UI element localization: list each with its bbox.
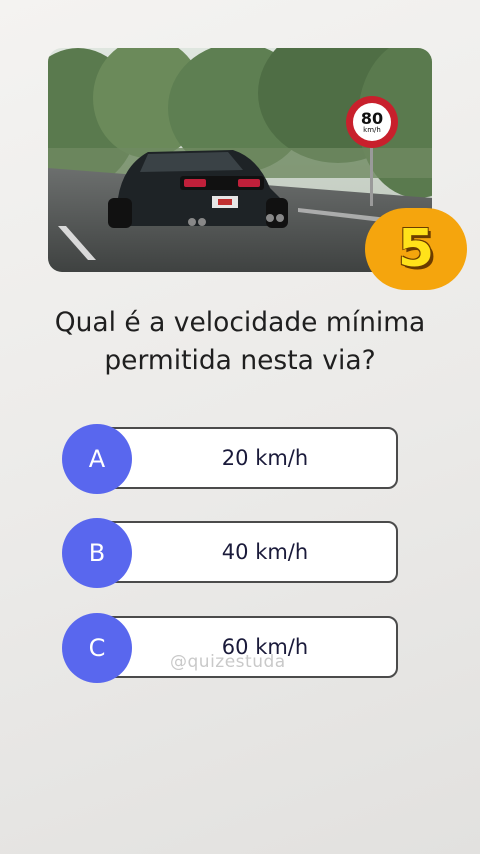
speed-limit-unit: km/h bbox=[363, 125, 381, 134]
speed-limit-value: 80 bbox=[360, 108, 384, 128]
option-b-text: 40 km/h bbox=[221, 540, 309, 564]
watermark-handle: @quizestuda bbox=[170, 652, 286, 672]
option-a-letter[interactable]: A bbox=[62, 424, 132, 494]
question-line-1: Qual é a velocidade mínima bbox=[54, 307, 426, 338]
speed-limit-sign: 80 km/h bbox=[346, 96, 398, 148]
option-b-box[interactable]: 40 km/h bbox=[92, 521, 398, 583]
question-line-2: permitida nesta via? bbox=[104, 345, 376, 376]
countdown-badge: 5 bbox=[365, 208, 467, 290]
countdown-number: 5 bbox=[397, 219, 435, 279]
option-c-letter[interactable]: C bbox=[62, 613, 132, 683]
question-text: Qual é a velocidade mínima permitida nes… bbox=[20, 304, 460, 380]
option-b[interactable]: 40 km/h B bbox=[62, 518, 398, 588]
option-b-letter[interactable]: B bbox=[62, 518, 132, 588]
option-a-text: 20 km/h bbox=[221, 446, 309, 470]
option-a-box[interactable]: 20 km/h bbox=[92, 427, 398, 489]
option-a[interactable]: 20 km/h A bbox=[62, 424, 398, 494]
